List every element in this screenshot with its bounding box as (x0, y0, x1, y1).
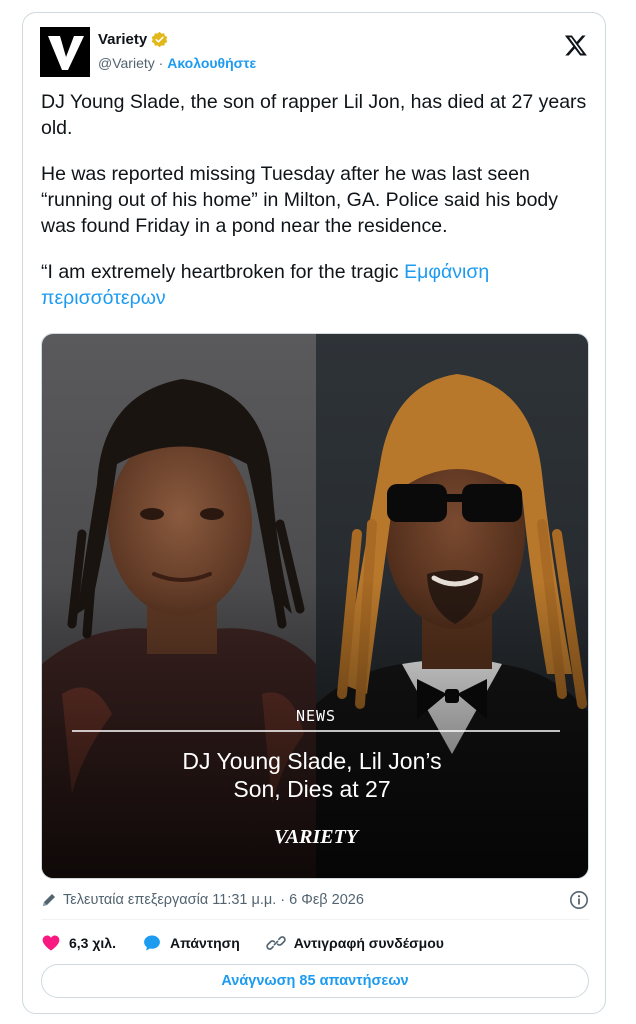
like-count: 6,3 χιλ. (69, 935, 116, 951)
handle-row: @Variety · Ακολουθήστε (98, 55, 256, 71)
variety-wordmark: VARIETY (274, 826, 360, 848)
copy-link-button[interactable]: Αντιγραφή συνδέσμου (266, 933, 444, 953)
link-icon (266, 936, 286, 950)
reply-button[interactable]: Απάντηση (142, 933, 240, 953)
tweet-text: DJ Young Slade, the son of rapper Lil Jo… (41, 89, 589, 331)
news-headline-line2: Son, Dies at 27 (233, 776, 390, 802)
copy-link-label: Αντιγραφή συνδέσμου (293, 935, 444, 951)
heart-icon (42, 935, 60, 951)
read-replies-button[interactable]: Ανάγνωση 85 απαντήσεων (41, 964, 589, 998)
news-headline-line1: DJ Young Slade, Lil Jon’s (182, 748, 441, 774)
tweet-paragraph-last: “I am extremely heartbroken for the trag… (41, 259, 589, 311)
action-bar: 6,3 χιλ. Απάντηση Αντιγραφή συνδέσμου (41, 931, 589, 955)
verified-badge-icon (151, 31, 168, 48)
x-logo-icon[interactable] (564, 33, 588, 57)
pencil-icon (43, 894, 55, 906)
reply-bubble-icon (144, 935, 160, 951)
separator: · (158, 55, 164, 71)
avatar[interactable] (40, 27, 90, 77)
tweet-card: Variety @Variety · Ακολουθήστε DJ Young … (22, 12, 606, 1014)
name-row: Variety (98, 31, 168, 48)
display-name[interactable]: Variety (98, 31, 147, 48)
tweet-header: Variety @Variety · Ακολουθήστε (40, 27, 588, 79)
edit-timestamp-row: Τελευταία επεξεργασία 11:31 μ.μ. · 6 Φεβ… (41, 889, 589, 911)
news-graphic: NEWS DJ Young Slade, Lil Jon’s Son, Dies… (42, 334, 588, 878)
like-button[interactable]: 6,3 χιλ. (41, 933, 116, 953)
handle[interactable]: @Variety (98, 55, 155, 71)
media-image[interactable]: NEWS DJ Young Slade, Lil Jon’s Son, Dies… (41, 333, 589, 879)
follow-link[interactable]: Ακολουθήστε (167, 55, 256, 71)
info-icon[interactable] (569, 890, 589, 910)
news-tag: NEWS (296, 707, 336, 725)
tweet-paragraph: DJ Young Slade, the son of rapper Lil Jo… (41, 91, 587, 139)
read-replies-label: Ανάγνωση 85 απαντήσεων (221, 973, 409, 989)
tweet-quote-start: “I am extremely heartbroken for the trag… (41, 261, 405, 283)
reply-label: Απάντηση (169, 935, 240, 951)
edit-timestamp[interactable]: Τελευταία επεξεργασία 11:31 μ.μ. · 6 Φεβ… (63, 892, 364, 908)
variety-logo-icon (40, 27, 90, 77)
divider (41, 919, 589, 920)
tweet-paragraph: He was reported missing Tuesday after he… (41, 163, 559, 237)
